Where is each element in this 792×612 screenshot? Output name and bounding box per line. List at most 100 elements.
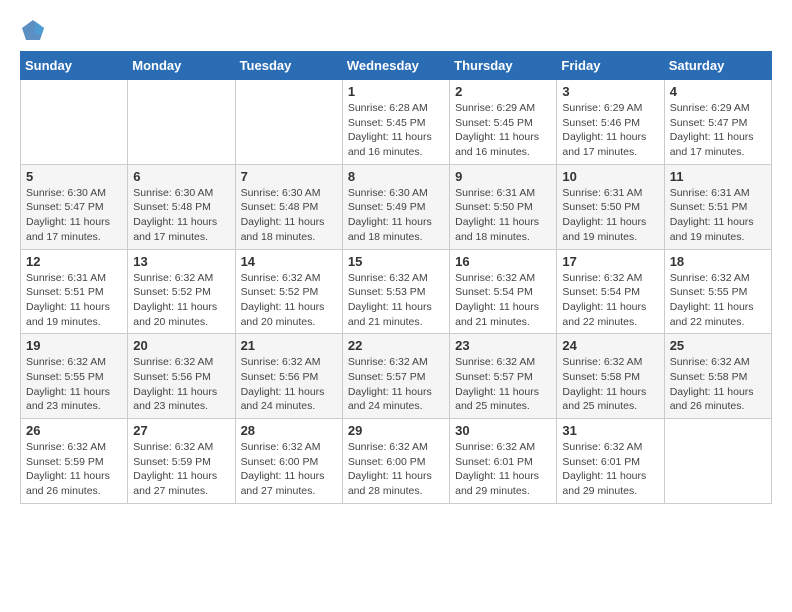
header-thursday: Thursday [450,52,557,80]
day-info: Sunrise: 6:32 AM Sunset: 5:57 PM Dayligh… [348,355,444,414]
day-number: 6 [133,169,229,184]
day-info: Sunrise: 6:31 AM Sunset: 5:50 PM Dayligh… [562,186,658,245]
day-info: Sunrise: 6:32 AM Sunset: 5:57 PM Dayligh… [455,355,551,414]
calendar-cell: 19 Sunrise: 6:32 AM Sunset: 5:55 PM Dayli… [21,334,128,419]
day-number: 23 [455,338,551,353]
day-info: Sunrise: 6:32 AM Sunset: 5:58 PM Dayligh… [562,355,658,414]
day-info: Sunrise: 6:31 AM Sunset: 5:51 PM Dayligh… [26,271,122,330]
day-number: 4 [670,84,766,99]
day-info: Sunrise: 6:30 AM Sunset: 5:47 PM Dayligh… [26,186,122,245]
calendar-cell: 20 Sunrise: 6:32 AM Sunset: 5:56 PM Dayli… [128,334,235,419]
day-info: Sunrise: 6:32 AM Sunset: 5:54 PM Dayligh… [562,271,658,330]
day-number: 28 [241,423,337,438]
calendar-cell [235,80,342,165]
day-info: Sunrise: 6:29 AM Sunset: 5:47 PM Dayligh… [670,101,766,160]
day-number: 19 [26,338,122,353]
week-row-2: 5 Sunrise: 6:30 AM Sunset: 5:47 PM Daylig… [21,164,772,249]
day-number: 14 [241,254,337,269]
day-number: 3 [562,84,658,99]
header-friday: Friday [557,52,664,80]
day-info: Sunrise: 6:32 AM Sunset: 5:58 PM Dayligh… [670,355,766,414]
calendar-cell: 9Sunrise: 6:31 AM Sunset: 5:50 PM Daylig… [450,164,557,249]
day-number: 12 [26,254,122,269]
day-info: Sunrise: 6:30 AM Sunset: 5:48 PM Dayligh… [133,186,229,245]
calendar-cell: 4 Sunrise: 6:29 AM Sunset: 5:47 PM Daylig… [664,80,771,165]
day-number: 22 [348,338,444,353]
week-row-4: 19 Sunrise: 6:32 AM Sunset: 5:55 PM Dayli… [21,334,772,419]
day-number: 26 [26,423,122,438]
header-saturday: Saturday [664,52,771,80]
day-number: 15 [348,254,444,269]
day-number: 17 [562,254,658,269]
day-info: Sunrise: 6:32 AM Sunset: 5:59 PM Dayligh… [133,440,229,499]
calendar-cell: 31Sunrise: 6:32 AM Sunset: 6:01 PM Dayli… [557,419,664,504]
day-info: Sunrise: 6:32 AM Sunset: 5:52 PM Dayligh… [133,271,229,330]
day-number: 16 [455,254,551,269]
calendar-cell [21,80,128,165]
calendar-cell: 14 Sunrise: 6:32 AM Sunset: 5:52 PM Dayli… [235,249,342,334]
calendar-cell: 29 Sunrise: 6:32 AM Sunset: 6:00 PM Dayli… [342,419,449,504]
calendar-cell: 24 Sunrise: 6:32 AM Sunset: 5:58 PM Dayli… [557,334,664,419]
calendar-cell: 15 Sunrise: 6:32 AM Sunset: 5:53 PM Dayli… [342,249,449,334]
calendar-cell: 8 Sunrise: 6:30 AM Sunset: 5:49 PM Daylig… [342,164,449,249]
logo [20,20,44,36]
header-monday: Monday [128,52,235,80]
calendar-table: SundayMondayTuesdayWednesdayThursdayFrid… [20,51,772,504]
calendar-cell: 16 Sunrise: 6:32 AM Sunset: 5:54 PM Dayli… [450,249,557,334]
calendar-cell: 27Sunrise: 6:32 AM Sunset: 5:59 PM Dayli… [128,419,235,504]
calendar-cell: 26 Sunrise: 6:32 AM Sunset: 5:59 PM Dayli… [21,419,128,504]
day-number: 9 [455,169,551,184]
week-row-5: 26 Sunrise: 6:32 AM Sunset: 5:59 PM Dayli… [21,419,772,504]
calendar-cell: 5 Sunrise: 6:30 AM Sunset: 5:47 PM Daylig… [21,164,128,249]
calendar-cell: 11 Sunrise: 6:31 AM Sunset: 5:51 PM Dayli… [664,164,771,249]
calendar-cell: 28 Sunrise: 6:32 AM Sunset: 6:00 PM Dayli… [235,419,342,504]
header-tuesday: Tuesday [235,52,342,80]
day-number: 20 [133,338,229,353]
calendar-cell: 7Sunrise: 6:30 AM Sunset: 5:48 PM Daylig… [235,164,342,249]
day-info: Sunrise: 6:32 AM Sunset: 5:55 PM Dayligh… [670,271,766,330]
calendar-cell: 3Sunrise: 6:29 AM Sunset: 5:46 PM Daylig… [557,80,664,165]
day-info: Sunrise: 6:30 AM Sunset: 5:49 PM Dayligh… [348,186,444,245]
day-info: Sunrise: 6:32 AM Sunset: 5:53 PM Dayligh… [348,271,444,330]
calendar-cell: 12 Sunrise: 6:31 AM Sunset: 5:51 PM Dayli… [21,249,128,334]
day-number: 21 [241,338,337,353]
calendar-cell: 25 Sunrise: 6:32 AM Sunset: 5:58 PM Dayli… [664,334,771,419]
day-number: 8 [348,169,444,184]
calendar-cell: 2 Sunrise: 6:29 AM Sunset: 5:45 PM Daylig… [450,80,557,165]
day-number: 30 [455,423,551,438]
day-info: Sunrise: 6:32 AM Sunset: 5:54 PM Dayligh… [455,271,551,330]
week-row-1: 1Sunrise: 6:28 AM Sunset: 5:45 PM Daylig… [21,80,772,165]
day-info: Sunrise: 6:32 AM Sunset: 5:52 PM Dayligh… [241,271,337,330]
calendar-cell: 6 Sunrise: 6:30 AM Sunset: 5:48 PM Daylig… [128,164,235,249]
calendar-cell [128,80,235,165]
day-info: Sunrise: 6:32 AM Sunset: 6:01 PM Dayligh… [455,440,551,499]
calendar-cell: 23 Sunrise: 6:32 AM Sunset: 5:57 PM Dayli… [450,334,557,419]
day-info: Sunrise: 6:32 AM Sunset: 5:59 PM Dayligh… [26,440,122,499]
day-number: 29 [348,423,444,438]
day-number: 5 [26,169,122,184]
calendar-cell: 22 Sunrise: 6:32 AM Sunset: 5:57 PM Dayli… [342,334,449,419]
page-header [20,20,772,36]
day-info: Sunrise: 6:32 AM Sunset: 6:00 PM Dayligh… [241,440,337,499]
day-number: 10 [562,169,658,184]
calendar-cell: 13 Sunrise: 6:32 AM Sunset: 5:52 PM Dayli… [128,249,235,334]
calendar-cell: 17 Sunrise: 6:32 AM Sunset: 5:54 PM Dayli… [557,249,664,334]
day-info: Sunrise: 6:29 AM Sunset: 5:45 PM Dayligh… [455,101,551,160]
header-sunday: Sunday [21,52,128,80]
calendar-header-row: SundayMondayTuesdayWednesdayThursdayFrid… [21,52,772,80]
day-number: 13 [133,254,229,269]
calendar-cell: 10 Sunrise: 6:31 AM Sunset: 5:50 PM Dayli… [557,164,664,249]
header-wednesday: Wednesday [342,52,449,80]
day-info: Sunrise: 6:32 AM Sunset: 6:00 PM Dayligh… [348,440,444,499]
day-info: Sunrise: 6:28 AM Sunset: 5:45 PM Dayligh… [348,101,444,160]
week-row-3: 12 Sunrise: 6:31 AM Sunset: 5:51 PM Dayli… [21,249,772,334]
day-number: 25 [670,338,766,353]
day-number: 7 [241,169,337,184]
calendar-cell: 18Sunrise: 6:32 AM Sunset: 5:55 PM Dayli… [664,249,771,334]
day-info: Sunrise: 6:32 AM Sunset: 5:55 PM Dayligh… [26,355,122,414]
day-number: 2 [455,84,551,99]
day-info: Sunrise: 6:32 AM Sunset: 5:56 PM Dayligh… [133,355,229,414]
day-number: 11 [670,169,766,184]
day-number: 24 [562,338,658,353]
day-info: Sunrise: 6:31 AM Sunset: 5:51 PM Dayligh… [670,186,766,245]
